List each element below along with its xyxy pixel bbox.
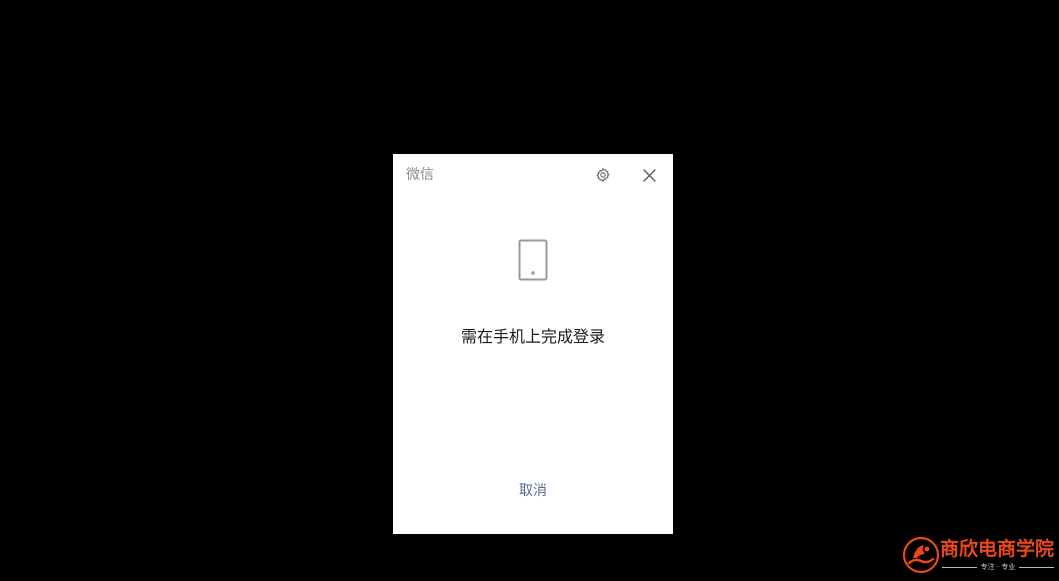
academy-name: 商欣电商学院 [940, 538, 1055, 560]
app-title: 微信 [406, 167, 434, 183]
close-icon [642, 168, 656, 182]
dialog-titlebar: 微信 [393, 154, 673, 196]
academy-tagline: 专注 · 专业 [942, 563, 1054, 572]
academy-logo-icon [902, 536, 940, 574]
settings-button[interactable] [593, 165, 613, 185]
tagline-text: 专注 · 专业 [980, 563, 1016, 571]
tagline-divider-right [1019, 567, 1054, 568]
tagline-divider-left [942, 567, 977, 568]
gear-icon [596, 168, 610, 182]
watermark: 商欣电商学院 专注 · 专业 [902, 536, 1056, 578]
wechat-login-dialog: 微信 需在手机上完成登录 取消 [393, 154, 673, 534]
cancel-button[interactable]: 取消 [503, 480, 563, 502]
phone-icon [518, 239, 548, 281]
close-button[interactable] [639, 165, 659, 185]
screen-backdrop: 微信 需在手机上完成登录 取消 商欣电商学院 专注 · 专业 [0, 0, 1059, 581]
login-instruction: 需在手机上完成登录 [460, 327, 605, 346]
